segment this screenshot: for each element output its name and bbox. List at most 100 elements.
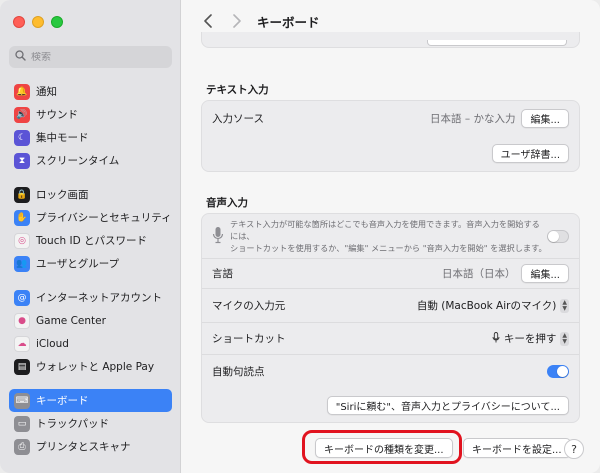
sidebar-item[interactable]: 🔒 ロック画面	[9, 183, 172, 206]
game-center-icon: ●	[14, 312, 30, 329]
sidebar-item[interactable]: ▤ ウォレットと Apple Pay	[9, 355, 172, 378]
sidebar-list: 🔔 通知 🔊 サウンド ☾ 集中モード ⧗ スクリーンタイム 🔒 ロック画面 ✋ プライバシーとセキュ…	[0, 80, 181, 469]
sidebar-item[interactable]: ☁ iCloud	[9, 332, 172, 355]
window-controls	[13, 16, 63, 28]
sidebar-item[interactable]: 🔔 通知	[9, 80, 172, 103]
sidebar-item[interactable]: ◎ Touch ID とパスワード	[9, 229, 172, 252]
sidebar-item-label: 集中モード	[36, 132, 89, 144]
speaker-icon: 🔊	[14, 106, 30, 123]
minimize-button[interactable]	[32, 16, 44, 28]
hourglass-icon: ⧗	[14, 152, 30, 169]
sidebar-group: @ インターネットアカウント ● Game Center ☁ iCloud ▤ ウォレットと …	[0, 286, 181, 378]
change-keyboard-type-button[interactable]: キーボードの種類を変更...	[315, 438, 453, 458]
sidebar-item-label: サウンド	[36, 109, 78, 121]
language-edit-button[interactable]: 編集...	[521, 264, 569, 283]
search-icon	[15, 50, 26, 64]
language-row: 言語 日本語（日本） 編集...	[202, 258, 579, 288]
wallet-icon: ▤	[14, 358, 30, 375]
fingerprint-icon: ◎	[14, 232, 30, 249]
chevron-left-icon	[203, 14, 212, 28]
sidebar-item-label: 通知	[36, 86, 57, 98]
sidebar-item-label: インターネットアカウント	[36, 292, 162, 304]
siri-privacy-row: "Siriに頼む"、音声入力とプライバシーについて...	[202, 388, 579, 422]
dictation-toggle[interactable]	[547, 229, 569, 243]
forward-button[interactable]	[225, 10, 247, 32]
mic-source-value: 自動 (MacBook Airのマイク)	[416, 300, 557, 312]
dictation-description: テキスト入力が可能な箇所はどこでも音声入力を使用できます。音声入力を開始するには…	[230, 218, 547, 254]
sidebar-item[interactable]: @ インターネットアカウント	[9, 286, 172, 309]
setup-keyboard-button[interactable]: キーボードを設定...	[463, 438, 571, 458]
microphone-icon	[212, 226, 224, 247]
printer-icon: ⎙	[14, 438, 30, 455]
chevron-right-icon	[232, 14, 241, 28]
updown-chevron-icon: ▲ ▼	[560, 298, 569, 313]
mic-source-label: マイクの入力元	[212, 300, 286, 312]
lock-icon: 🔒	[14, 186, 30, 203]
sidebar-item[interactable]: ⌨ キーボード	[9, 389, 172, 412]
auto-punctuation-row: 自動句読点	[202, 354, 579, 388]
sidebar-item[interactable]: ● Game Center	[9, 309, 172, 332]
sidebar-item-label: iCloud	[36, 337, 69, 350]
scrolled-button-edge	[427, 40, 567, 46]
close-button[interactable]	[13, 16, 25, 28]
sidebar-item-label: Game Center	[36, 314, 106, 327]
voice-input-title: 音声入力	[206, 197, 248, 209]
sidebar-group: ⌨ キーボード ▭ トラックパッド ⎙ プリンタとスキャナ	[0, 389, 181, 458]
sidebar-item[interactable]: ☾ 集中モード	[9, 126, 172, 149]
sidebar-item[interactable]: ▭ トラックパッド	[9, 412, 172, 435]
mic-source-popup[interactable]: 自動 (MacBook Airのマイク) ▲ ▼	[417, 298, 569, 313]
user-dictionary-button[interactable]: ユーザ辞書...	[491, 143, 569, 163]
voice-input-card: テキスト入力が可能な箇所はどこでも音声入力を使用できます。音声入力を開始するには…	[201, 213, 580, 423]
input-source-label: 入力ソース	[212, 112, 264, 125]
input-source-row: 入力ソース 日本語 – かな入力 編集...	[202, 101, 579, 135]
input-source-value: 日本語 – かな入力	[430, 112, 516, 125]
shortcut-popup[interactable]: キーを押す ▲ ▼	[492, 331, 569, 346]
user-dict-row: ユーザ辞書...	[202, 135, 579, 171]
sidebar-group: 🔒 ロック画面 ✋ プライバシーとセキュリティ ◎ Touch ID とパスワード 👥 ユーザ…	[0, 183, 181, 275]
back-button[interactable]	[197, 10, 219, 32]
language-value: 日本語（日本）	[441, 268, 516, 280]
main-pane: キーボード テキスト入力 入力ソース 日本語 – かな入力 編集... ユーザ辞…	[181, 0, 600, 473]
users-icon: 👥	[14, 255, 30, 272]
input-source-edit-button[interactable]: 編集...	[521, 108, 569, 128]
updown-chevron-icon: ▲ ▼	[560, 331, 569, 346]
help-button[interactable]: ?	[564, 439, 584, 459]
auto-punctuation-toggle[interactable]	[547, 365, 569, 378]
text-input-card: 入力ソース 日本語 – かな入力 編集... ユーザ辞書...	[201, 100, 580, 172]
sidebar-item-label: プリンタとスキャナ	[36, 441, 131, 453]
cloud-icon: ☁	[14, 335, 30, 352]
sidebar-item-label: ユーザとグループ	[36, 258, 120, 270]
sidebar-group: 🔔 通知 🔊 サウンド ☾ 集中モード ⧗ スクリーンタイム	[0, 80, 181, 172]
footer-bar: キーボードの種類を変更... キーボードを設定... ?	[181, 430, 600, 466]
search-input[interactable]	[31, 51, 161, 63]
sidebar-item-label: プライバシーとセキュリティ	[36, 212, 172, 224]
dictation-description-line2: ショートカットを使用するか、"編集" メニューから "音声入力を開始" を選択し…	[230, 243, 547, 253]
search-box[interactable]	[9, 46, 172, 68]
toggle-knob	[557, 366, 568, 377]
dictation-description-line1: テキスト入力が可能な箇所はどこでも音声入力を使用できます。音声入力を開始するには…	[230, 219, 540, 241]
microphone-small-icon	[492, 331, 500, 346]
sidebar-item-label: ロック画面	[36, 189, 89, 201]
auto-punctuation-label: 自動句読点	[212, 366, 265, 378]
at-icon: @	[14, 289, 30, 306]
text-input-title: テキスト入力	[206, 84, 269, 96]
siri-privacy-button[interactable]: "Siriに頼む"、音声入力とプライバシーについて...	[326, 395, 569, 415]
sidebar-item[interactable]: 👥 ユーザとグループ	[9, 252, 172, 275]
sidebar-item[interactable]: ⎙ プリンタとスキャナ	[9, 435, 172, 458]
sidebar-item-label: Touch ID とパスワード	[36, 235, 147, 247]
keyboard-icon: ⌨	[14, 392, 30, 409]
sidebar-item[interactable]: 🔊 サウンド	[9, 103, 172, 126]
trackpad-icon: ▭	[14, 415, 30, 432]
sidebar-item[interactable]: ✋ プライバシーとセキュリティ	[9, 206, 172, 229]
toggle-knob	[548, 230, 559, 242]
sidebar-item-label: トラックパッド	[36, 418, 109, 430]
zoom-button[interactable]	[51, 16, 63, 28]
shortcut-row: ショートカット キーを押す ▲ ▼	[202, 322, 579, 354]
mic-source-row: マイクの入力元 自動 (MacBook Airのマイク) ▲ ▼	[202, 288, 579, 322]
dictation-row: テキスト入力が可能な箇所はどこでも音声入力を使用できます。音声入力を開始するには…	[202, 214, 579, 258]
language-label: 言語	[212, 268, 233, 280]
moon-icon: ☾	[14, 129, 30, 146]
sidebar-item-label: キーボード	[36, 395, 89, 407]
sidebar-item-label: スクリーンタイム	[36, 155, 120, 167]
sidebar-item[interactable]: ⧗ スクリーンタイム	[9, 149, 172, 172]
